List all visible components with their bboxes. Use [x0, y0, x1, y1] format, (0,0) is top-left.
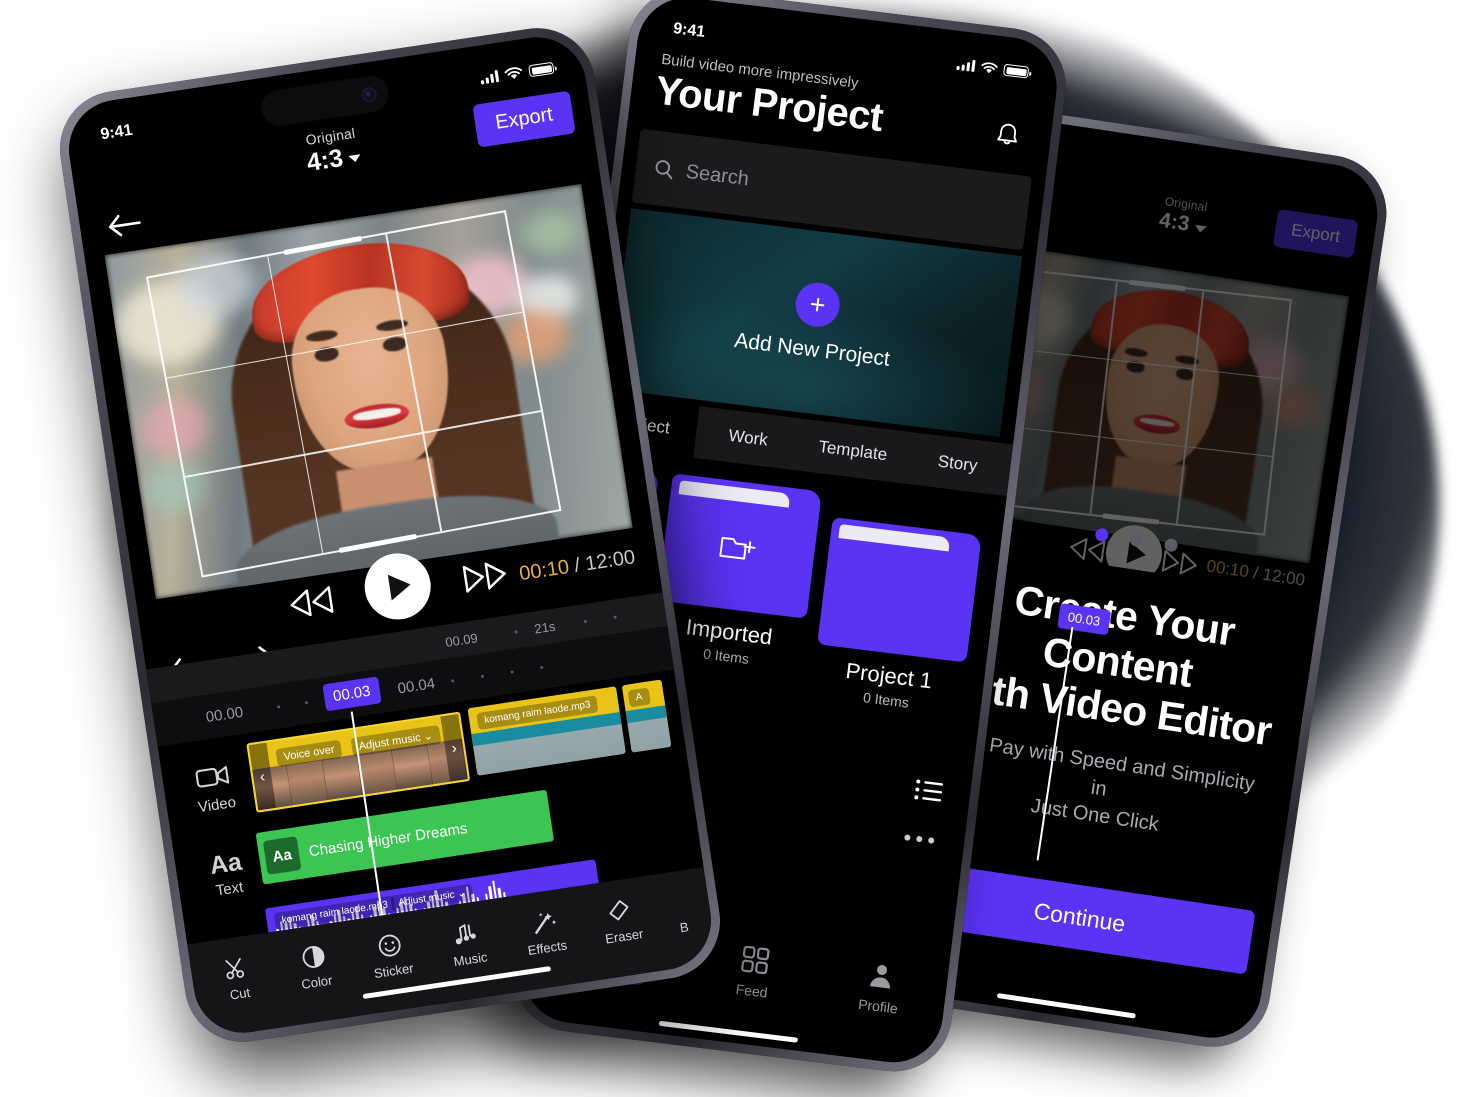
- tool-cut[interactable]: Cut: [203, 951, 273, 1006]
- status-time: 9:41: [99, 121, 134, 144]
- tab-template[interactable]: Template: [799, 435, 906, 468]
- rewind-icon[interactable]: [282, 583, 340, 623]
- chevron-down-icon: [1194, 224, 1208, 233]
- video-preview[interactable]: [104, 183, 633, 600]
- status-time: 9:41: [672, 20, 707, 41]
- nav-feed-label: Feed: [734, 980, 769, 1001]
- music-notes-icon: [433, 916, 500, 951]
- tool-more[interactable]: B: [664, 887, 700, 937]
- bell-icon[interactable]: [993, 120, 1022, 151]
- eraser-icon: [587, 893, 654, 928]
- tool-music[interactable]: Music: [433, 916, 503, 971]
- play-icon: [387, 571, 413, 601]
- aspect-ratio-selector[interactable]: Original 4:3: [302, 125, 362, 178]
- tab-story[interactable]: Story: [904, 448, 1011, 481]
- cellular-signal-icon: [956, 58, 976, 73]
- list-view-icon[interactable]: [913, 777, 946, 804]
- magic-wand-icon: [510, 905, 577, 940]
- ruler-tick-3: 00.09: [444, 629, 479, 650]
- back-arrow-icon[interactable]: [105, 209, 144, 240]
- tool-color[interactable]: Color: [280, 939, 350, 994]
- nav-profile[interactable]: Profile: [857, 956, 904, 1017]
- battery-icon: [1002, 63, 1030, 79]
- battery-icon: [528, 61, 555, 78]
- add-new-project-label: Add New Project: [733, 328, 892, 371]
- folder-icon: [817, 517, 982, 663]
- current-time: 00:10: [517, 556, 571, 586]
- playhead-label[interactable]: 00.03: [322, 676, 382, 712]
- aspect-ratio-value: 4:3: [304, 143, 345, 178]
- status-icons: [956, 57, 1030, 79]
- rail-video[interactable]: Video: [177, 760, 251, 819]
- tool-eraser[interactable]: Eraser: [587, 893, 657, 948]
- nav-feed[interactable]: Feed: [734, 941, 774, 1001]
- ruler-tick-2: 00.04: [396, 674, 437, 697]
- rail-text[interactable]: Aa Text: [190, 845, 264, 903]
- more-icon: [664, 887, 698, 917]
- plus-icon: +: [793, 280, 843, 330]
- ruler-tick-4: 21s: [533, 618, 557, 637]
- tool-cut-label: Cut: [228, 984, 252, 1003]
- tab-work[interactable]: Work: [695, 422, 802, 455]
- fast-forward-icon[interactable]: [456, 557, 514, 597]
- export-button[interactable]: Export: [472, 90, 576, 148]
- timecode: 00:10 / 12:00: [517, 546, 637, 586]
- tool-effects-label: Effects: [526, 937, 569, 959]
- text-clip-badge: Aa: [262, 836, 302, 875]
- wifi-icon: [504, 67, 523, 79]
- crop-grid[interactable]: [1000, 269, 1292, 536]
- tool-color-label: Color: [300, 972, 334, 992]
- smiley-icon: [356, 928, 423, 963]
- search-icon: [655, 160, 673, 180]
- folder-item-project1[interactable]: Project 1 0 Items: [805, 517, 982, 760]
- rail-video-label: Video: [196, 793, 238, 817]
- nav-profile-label: Profile: [857, 995, 899, 1017]
- tool-sticker-label: Sticker: [372, 960, 415, 982]
- crop-grid[interactable]: [146, 209, 563, 578]
- audio-clip-next-label: A: [627, 687, 651, 708]
- clip-audio[interactable]: komang raim laode.mp3: [467, 686, 626, 776]
- tool-music-label: Music: [452, 949, 489, 970]
- grid-icon: [738, 941, 774, 979]
- wifi-icon: [981, 61, 998, 73]
- aspect-ratio-value: 4:3: [1157, 208, 1192, 236]
- cellular-signal-icon: [480, 70, 500, 85]
- export-button[interactable]: Export: [1272, 208, 1359, 259]
- person-icon: [860, 956, 904, 995]
- folder-plus-glyph: [719, 536, 756, 560]
- clip-audio-next[interactable]: A: [621, 679, 672, 753]
- ruler-tick-0: 00.00: [204, 703, 245, 726]
- aspect-ratio-selector[interactable]: Original 4:3: [1158, 194, 1212, 240]
- total-time: 12:00: [583, 546, 637, 576]
- contrast-icon: [280, 939, 347, 974]
- tool-eraser-label: Eraser: [604, 926, 645, 947]
- status-icons: [480, 61, 555, 86]
- video-camera-icon: [195, 765, 230, 788]
- folder-add-icon: [657, 473, 822, 619]
- scissors-icon: [203, 951, 270, 986]
- chevron-down-icon: [348, 154, 362, 163]
- tool-sticker[interactable]: Sticker: [356, 928, 426, 983]
- tool-effects[interactable]: Effects: [510, 905, 580, 960]
- text-clip-label: Chasing Higher Dreams: [307, 819, 469, 860]
- tool-more-label: B: [678, 919, 690, 936]
- search-placeholder: Search: [684, 160, 751, 190]
